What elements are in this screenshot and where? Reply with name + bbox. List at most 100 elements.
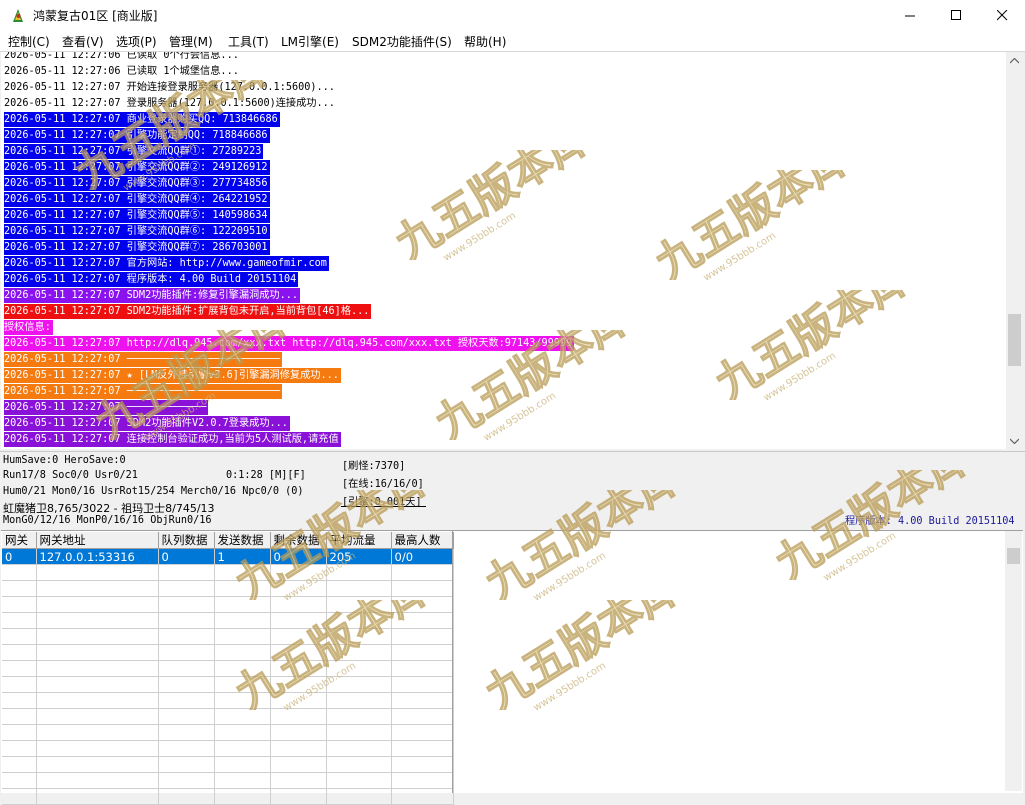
table-cell bbox=[158, 724, 215, 741]
table-cell bbox=[2, 772, 37, 789]
maximize-icon bbox=[950, 10, 961, 20]
grid-scroll-thumb[interactable] bbox=[1007, 548, 1020, 564]
grid-column-header[interactable]: 发送数据 bbox=[214, 532, 271, 549]
table-cell bbox=[214, 596, 271, 613]
empty-table-row[interactable] bbox=[2, 644, 454, 661]
table-cell bbox=[326, 724, 392, 741]
scroll-up-icon[interactable] bbox=[1006, 52, 1023, 69]
grid-column-header[interactable]: 最高人数 bbox=[391, 532, 454, 549]
log-line: 2026-05-11 12:27:07 程序版本: 4.00 Build 201… bbox=[4, 272, 299, 287]
table-cell bbox=[326, 660, 392, 677]
table-cell bbox=[214, 580, 271, 597]
table-cell bbox=[158, 612, 215, 629]
grid-column-header[interactable]: 队列数据 bbox=[158, 532, 215, 549]
table-cell bbox=[326, 628, 392, 645]
table-cell bbox=[391, 772, 454, 789]
empty-table-row[interactable] bbox=[2, 772, 454, 789]
log-line: 2026-05-11 12:27:07 ★ [LM反外挂引擎v3.6]引擎漏洞修… bbox=[4, 368, 341, 383]
menu-tools[interactable]: 工具(T) bbox=[228, 33, 269, 50]
table-cell bbox=[391, 756, 454, 773]
table-cell bbox=[36, 676, 159, 693]
log-line: 2026-05-11 12:27:07 http://dlq.945.com/x… bbox=[4, 336, 575, 351]
table-cell bbox=[158, 708, 215, 725]
empty-table-row[interactable] bbox=[2, 612, 454, 629]
table-row[interactable]: 0 127.0.0.1:53316 0 1 0 205 0/0 bbox=[2, 548, 454, 565]
log-line: 2026-05-11 12:27:07 引擎交流QQ群⑤: 140598634 bbox=[4, 208, 270, 223]
log-line: 2026-05-11 12:27:07 官方网站: http://www.gam… bbox=[4, 256, 329, 271]
table-cell bbox=[391, 676, 454, 693]
empty-table-row[interactable] bbox=[2, 628, 454, 645]
menu-lm-engine[interactable]: LM引擎(E) bbox=[281, 33, 339, 50]
empty-table-row[interactable] bbox=[2, 596, 454, 613]
empty-table-row[interactable] bbox=[2, 660, 454, 677]
empty-table-row[interactable] bbox=[2, 580, 454, 597]
table-cell bbox=[2, 628, 37, 645]
log-scrollbar[interactable] bbox=[1006, 52, 1023, 449]
menu-manage[interactable]: 管理(M) bbox=[169, 33, 213, 50]
empty-table-row[interactable] bbox=[2, 692, 454, 709]
title-bar[interactable]: 鸿蒙复古01区 [商业版] bbox=[0, 0, 1025, 31]
log-line: 2026-05-11 12:27:07 开始连接登录服务器(127.0.0.1:… bbox=[4, 80, 337, 95]
log-line: 授权信息: bbox=[4, 320, 53, 335]
table-cell bbox=[158, 676, 215, 693]
table-cell bbox=[36, 708, 159, 725]
app-icon bbox=[13, 9, 23, 22]
log-line: 2026-05-11 12:27:07 引擎交流QQ群②: 249126912 bbox=[4, 160, 270, 175]
empty-table-row[interactable] bbox=[2, 724, 454, 741]
table-cell bbox=[2, 612, 37, 629]
log-line: 2026-05-11 12:27:07 引擎交流QQ群⑥: 122209510 bbox=[4, 224, 270, 239]
table-cell bbox=[214, 644, 271, 661]
table-cell bbox=[326, 772, 392, 789]
table-cell bbox=[326, 644, 392, 661]
empty-table-row[interactable] bbox=[2, 564, 454, 581]
table-cell bbox=[391, 628, 454, 645]
menu-control[interactable]: 控制(C) bbox=[8, 33, 50, 50]
table-cell bbox=[36, 628, 159, 645]
log-line: 2026-05-11 12:27:07 ────────────────────… bbox=[4, 384, 283, 399]
empty-table-row[interactable] bbox=[2, 708, 454, 725]
table-cell bbox=[214, 628, 271, 645]
grid-column-header[interactable]: 网关 bbox=[2, 532, 37, 549]
maximize-button[interactable] bbox=[933, 0, 979, 31]
grid-column-header[interactable]: 剩余数据 bbox=[270, 532, 327, 549]
table-cell bbox=[36, 596, 159, 613]
menu-view[interactable]: 查看(V) bbox=[62, 33, 104, 50]
scroll-down-icon[interactable] bbox=[1006, 432, 1023, 449]
empty-table-row[interactable] bbox=[2, 740, 454, 757]
log-line: 2026-05-11 12:27:07 SDM2功能插件:扩展背包未开启,当前背… bbox=[4, 304, 372, 319]
log-line: 2026-05-11 12:27:07 引擎交流QQ群③: 277734856 bbox=[4, 176, 270, 191]
version-label: 程序版本: 4.00 Build 20151104 bbox=[845, 516, 1015, 527]
close-button[interactable] bbox=[979, 0, 1025, 31]
table-cell bbox=[36, 756, 159, 773]
log-line: 2026-05-11 12:27:07 SDM2功能插件V2.0.7登录成功..… bbox=[4, 416, 290, 431]
log-line: 2026-05-11 12:27:07 引擎交流QQ群④: 264221952 bbox=[4, 192, 270, 207]
table-cell bbox=[270, 660, 327, 677]
empty-table-row[interactable] bbox=[2, 788, 454, 805]
log-line: 2026-05-11 12:27:07 SDM2功能插件:修复引擎漏洞成功... bbox=[4, 288, 300, 303]
minimize-button[interactable] bbox=[887, 0, 933, 31]
table-cell bbox=[270, 628, 327, 645]
table-cell bbox=[326, 740, 392, 757]
table-cell bbox=[36, 740, 159, 757]
grid-column-header[interactable]: 平均流量 bbox=[326, 532, 392, 549]
table-cell bbox=[391, 596, 454, 613]
grid-scrollbar[interactable] bbox=[1005, 531, 1022, 791]
table-cell bbox=[270, 756, 327, 773]
table-cell bbox=[36, 644, 159, 661]
table-cell: 1 bbox=[214, 548, 271, 565]
table-cell bbox=[36, 564, 159, 581]
menu-help[interactable]: 帮助(H) bbox=[464, 33, 506, 50]
gateway-grid[interactable]: 网关 网关地址 队列数据 发送数据 剩余数据 平均流量 最高人数 0 127.0.0.1:533… bbox=[1, 530, 1023, 805]
log-panel[interactable]: 2026-05-11 12:27:06 已读取 0个行会信息... 2026-05… bbox=[1, 52, 1006, 449]
empty-table-row[interactable] bbox=[2, 676, 454, 693]
table-cell bbox=[270, 740, 327, 757]
table-cell bbox=[36, 788, 159, 805]
menu-options[interactable]: 选项(P) bbox=[116, 33, 157, 50]
grid-column-header[interactable]: 网关地址 bbox=[36, 532, 159, 549]
table-cell bbox=[270, 644, 327, 661]
menu-sdm2-plugin[interactable]: SDM2功能插件(S) bbox=[352, 33, 452, 50]
log-scroll-thumb[interactable] bbox=[1008, 314, 1021, 366]
empty-table-row[interactable] bbox=[2, 756, 454, 773]
table-cell: 0 bbox=[158, 548, 215, 565]
log-line: 2026-05-11 12:27:07 登录服务器(127.0.0.1:5600… bbox=[4, 96, 337, 111]
